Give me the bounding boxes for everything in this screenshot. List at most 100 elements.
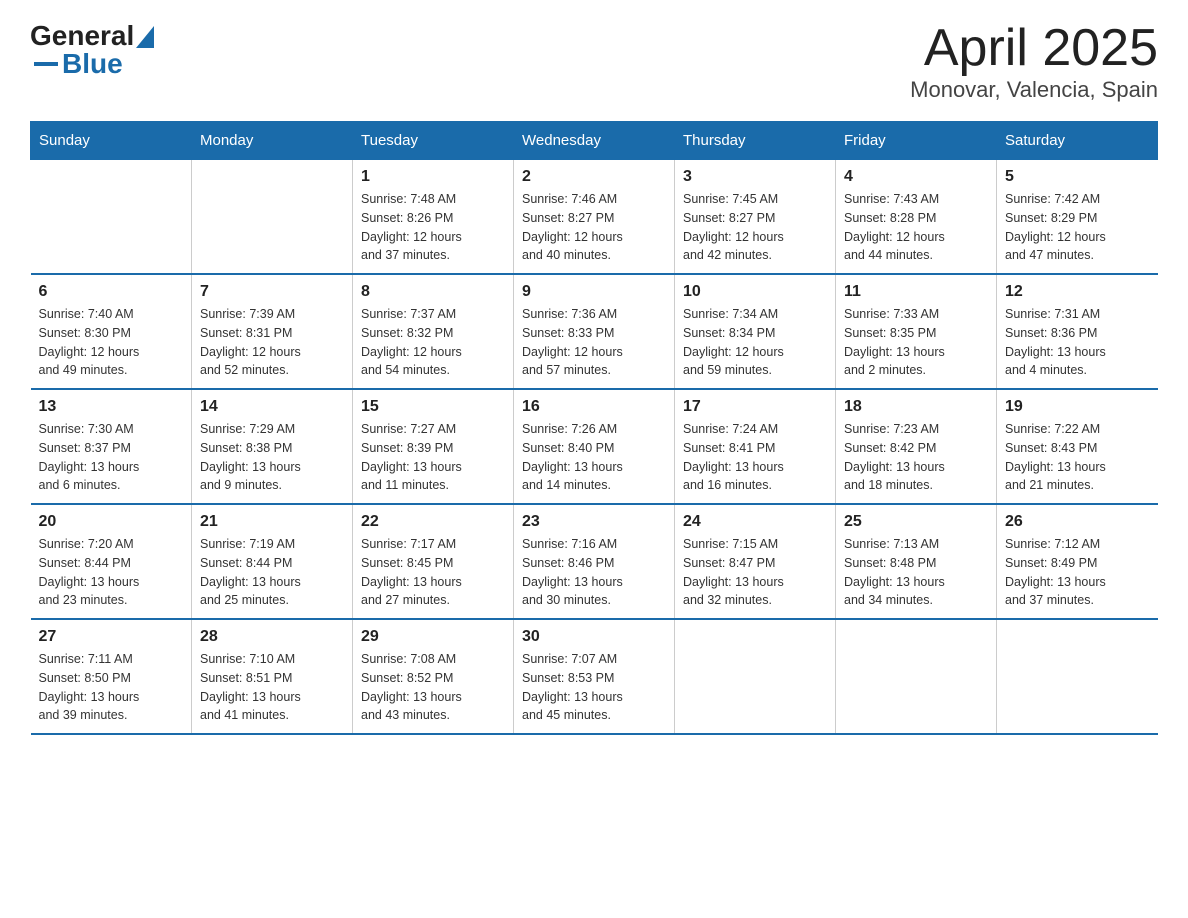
calendar-cell: 25 Sunrise: 7:13 AM Sunset: 8:48 PM Dayli… <box>836 504 997 619</box>
day-header-tuesday: Tuesday <box>353 122 514 160</box>
day-info: Sunrise: 7:23 AM Sunset: 8:42 PM Dayligh… <box>844 420 988 495</box>
day-info: Sunrise: 7:43 AM Sunset: 8:28 PM Dayligh… <box>844 190 988 265</box>
calendar-cell: 30 Sunrise: 7:07 AM Sunset: 8:53 PM Dayli… <box>514 619 675 734</box>
day-info: Sunrise: 7:46 AM Sunset: 8:27 PM Dayligh… <box>522 190 666 265</box>
day-number: 29 <box>361 628 505 646</box>
day-number: 11 <box>844 283 988 301</box>
calendar-cell: 6 Sunrise: 7:40 AM Sunset: 8:30 PM Daylig… <box>31 274 192 389</box>
calendar-cell: 13Sunrise: 7:30 AM Sunset: 8:37 PM Dayli… <box>31 389 192 504</box>
day-number: 22 <box>361 513 505 531</box>
day-header-friday: Friday <box>836 122 997 160</box>
day-header-wednesday: Wednesday <box>514 122 675 160</box>
day-info: Sunrise: 7:11 AM Sunset: 8:50 PM Dayligh… <box>39 650 184 725</box>
calendar-cell: 28 Sunrise: 7:10 AM Sunset: 8:51 PM Dayli… <box>192 619 353 734</box>
day-info: Sunrise: 7:08 AM Sunset: 8:52 PM Dayligh… <box>361 650 505 725</box>
calendar-week-row: 27Sunrise: 7:11 AM Sunset: 8:50 PM Dayli… <box>31 619 1158 734</box>
calendar-cell: 10 Sunrise: 7:34 AM Sunset: 8:34 PM Dayli… <box>675 274 836 389</box>
day-number: 20 <box>39 513 184 531</box>
day-number: 2 <box>522 168 666 186</box>
calendar-cell: 29 Sunrise: 7:08 AM Sunset: 8:52 PM Dayli… <box>353 619 514 734</box>
day-number: 19 <box>1005 398 1150 416</box>
day-number: 16 <box>522 398 666 416</box>
day-info: Sunrise: 7:26 AM Sunset: 8:40 PM Dayligh… <box>522 420 666 495</box>
calendar-cell: 22 Sunrise: 7:17 AM Sunset: 8:45 PM Dayli… <box>353 504 514 619</box>
day-info: Sunrise: 7:10 AM Sunset: 8:51 PM Dayligh… <box>200 650 344 725</box>
day-info: Sunrise: 7:34 AM Sunset: 8:34 PM Dayligh… <box>683 305 827 380</box>
calendar-cell: 26 Sunrise: 7:12 AM Sunset: 8:49 PM Dayli… <box>997 504 1158 619</box>
day-number: 15 <box>361 398 505 416</box>
logo-triangle-icon <box>136 26 154 48</box>
calendar-cell <box>31 160 192 275</box>
calendar-cell: 18 Sunrise: 7:23 AM Sunset: 8:42 PM Dayli… <box>836 389 997 504</box>
day-number: 9 <box>522 283 666 301</box>
day-info: Sunrise: 7:45 AM Sunset: 8:27 PM Dayligh… <box>683 190 827 265</box>
day-number: 25 <box>844 513 988 531</box>
day-info: Sunrise: 7:15 AM Sunset: 8:47 PM Dayligh… <box>683 535 827 610</box>
calendar-cell: 2 Sunrise: 7:46 AM Sunset: 8:27 PM Daylig… <box>514 160 675 275</box>
calendar-cell: 1 Sunrise: 7:48 AM Sunset: 8:26 PM Daylig… <box>353 160 514 275</box>
logo-blue-text: Blue <box>62 48 123 80</box>
page-subtitle: Monovar, Valencia, Spain <box>910 77 1158 103</box>
calendar-table: SundayMondayTuesdayWednesdayThursdayFrid… <box>30 121 1158 735</box>
day-number: 13 <box>39 398 184 416</box>
day-info: Sunrise: 7:37 AM Sunset: 8:32 PM Dayligh… <box>361 305 505 380</box>
calendar-cell: 3 Sunrise: 7:45 AM Sunset: 8:27 PM Daylig… <box>675 160 836 275</box>
calendar-cell: 8Sunrise: 7:37 AM Sunset: 8:32 PM Daylig… <box>353 274 514 389</box>
day-number: 7 <box>200 283 344 301</box>
day-info: Sunrise: 7:27 AM Sunset: 8:39 PM Dayligh… <box>361 420 505 495</box>
calendar-week-row: 20Sunrise: 7:20 AM Sunset: 8:44 PM Dayli… <box>31 504 1158 619</box>
calendar-header-row: SundayMondayTuesdayWednesdayThursdayFrid… <box>31 122 1158 160</box>
calendar-cell: 14 Sunrise: 7:29 AM Sunset: 8:38 PM Dayli… <box>192 389 353 504</box>
logo-underline-icon <box>34 62 58 66</box>
day-info: Sunrise: 7:42 AM Sunset: 8:29 PM Dayligh… <box>1005 190 1150 265</box>
day-info: Sunrise: 7:07 AM Sunset: 8:53 PM Dayligh… <box>522 650 666 725</box>
day-number: 1 <box>361 168 505 186</box>
day-number: 18 <box>844 398 988 416</box>
day-info: Sunrise: 7:36 AM Sunset: 8:33 PM Dayligh… <box>522 305 666 380</box>
page-header: General Blue April 2025 Monovar, Valenci… <box>30 20 1158 103</box>
calendar-cell: 23 Sunrise: 7:16 AM Sunset: 8:46 PM Dayli… <box>514 504 675 619</box>
day-info: Sunrise: 7:31 AM Sunset: 8:36 PM Dayligh… <box>1005 305 1150 380</box>
day-header-sunday: Sunday <box>31 122 192 160</box>
day-info: Sunrise: 7:33 AM Sunset: 8:35 PM Dayligh… <box>844 305 988 380</box>
calendar-cell: 15 Sunrise: 7:27 AM Sunset: 8:39 PM Dayli… <box>353 389 514 504</box>
day-number: 30 <box>522 628 666 646</box>
calendar-cell: 19Sunrise: 7:22 AM Sunset: 8:43 PM Dayli… <box>997 389 1158 504</box>
day-number: 4 <box>844 168 988 186</box>
day-info: Sunrise: 7:29 AM Sunset: 8:38 PM Dayligh… <box>200 420 344 495</box>
day-info: Sunrise: 7:17 AM Sunset: 8:45 PM Dayligh… <box>361 535 505 610</box>
calendar-week-row: 6 Sunrise: 7:40 AM Sunset: 8:30 PM Daylig… <box>31 274 1158 389</box>
calendar-week-row: 1 Sunrise: 7:48 AM Sunset: 8:26 PM Daylig… <box>31 160 1158 275</box>
day-info: Sunrise: 7:12 AM Sunset: 8:49 PM Dayligh… <box>1005 535 1150 610</box>
day-info: Sunrise: 7:48 AM Sunset: 8:26 PM Dayligh… <box>361 190 505 265</box>
page-title: April 2025 <box>910 20 1158 77</box>
day-header-saturday: Saturday <box>997 122 1158 160</box>
day-number: 28 <box>200 628 344 646</box>
day-info: Sunrise: 7:39 AM Sunset: 8:31 PM Dayligh… <box>200 305 344 380</box>
day-number: 6 <box>39 283 184 301</box>
day-info: Sunrise: 7:40 AM Sunset: 8:30 PM Dayligh… <box>39 305 184 380</box>
day-info: Sunrise: 7:16 AM Sunset: 8:46 PM Dayligh… <box>522 535 666 610</box>
day-header-monday: Monday <box>192 122 353 160</box>
day-number: 14 <box>200 398 344 416</box>
calendar-cell <box>836 619 997 734</box>
day-number: 24 <box>683 513 827 531</box>
day-number: 3 <box>683 168 827 186</box>
day-number: 26 <box>1005 513 1150 531</box>
day-number: 17 <box>683 398 827 416</box>
day-number: 10 <box>683 283 827 301</box>
calendar-cell: 21Sunrise: 7:19 AM Sunset: 8:44 PM Dayli… <box>192 504 353 619</box>
day-info: Sunrise: 7:24 AM Sunset: 8:41 PM Dayligh… <box>683 420 827 495</box>
day-info: Sunrise: 7:19 AM Sunset: 8:44 PM Dayligh… <box>200 535 344 610</box>
calendar-cell: 11 Sunrise: 7:33 AM Sunset: 8:35 PM Dayli… <box>836 274 997 389</box>
calendar-cell: 4 Sunrise: 7:43 AM Sunset: 8:28 PM Daylig… <box>836 160 997 275</box>
calendar-cell: 12 Sunrise: 7:31 AM Sunset: 8:36 PM Dayli… <box>997 274 1158 389</box>
calendar-cell <box>675 619 836 734</box>
day-number: 5 <box>1005 168 1150 186</box>
title-block: April 2025 Monovar, Valencia, Spain <box>910 20 1158 103</box>
day-number: 12 <box>1005 283 1150 301</box>
day-number: 23 <box>522 513 666 531</box>
calendar-cell: 24 Sunrise: 7:15 AM Sunset: 8:47 PM Dayli… <box>675 504 836 619</box>
calendar-cell <box>192 160 353 275</box>
day-info: Sunrise: 7:13 AM Sunset: 8:48 PM Dayligh… <box>844 535 988 610</box>
